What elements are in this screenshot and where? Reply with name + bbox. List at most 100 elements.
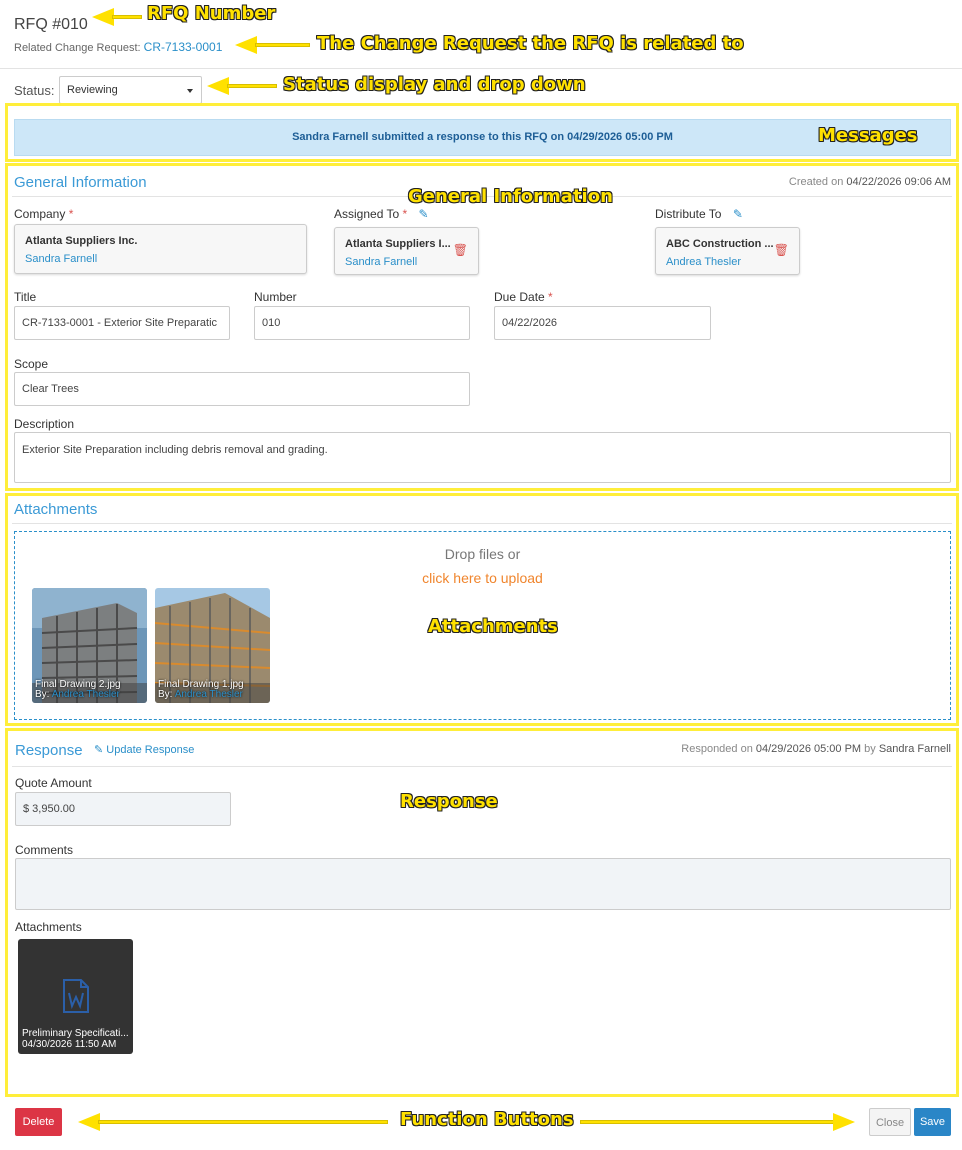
response-highlight	[5, 728, 959, 1097]
assigned-contact[interactable]: Sandra Farnell	[345, 256, 468, 268]
upload-link: click here to upload	[14, 570, 951, 586]
edit-pencil-icon[interactable]: ✎	[733, 207, 743, 221]
related-change-request: Related Change Request: CR-7133-0001	[14, 40, 222, 54]
distribute-label-text: Distribute To	[655, 207, 722, 221]
company-label: Company *	[14, 207, 73, 221]
comments-label: Comments	[15, 843, 74, 857]
attachment-thumbnail[interactable]: Final Drawing 2.jpg By: Andrea Thesler	[32, 588, 147, 703]
by-label: By:	[158, 689, 173, 700]
callout-arrowhead	[78, 1113, 100, 1131]
callout-arrow	[255, 43, 310, 47]
update-response-text: Update Response	[106, 744, 195, 756]
status-value: Reviewing	[67, 84, 118, 96]
title-label: Title	[14, 290, 37, 304]
assigned-label-text: Assigned To	[334, 207, 400, 221]
edit-pencil-icon: ✎	[94, 744, 104, 756]
save-button[interactable]: Save	[914, 1108, 951, 1136]
created-date: 04/22/2026 09:06 AM	[846, 176, 951, 188]
edit-pencil-icon[interactable]: ✎	[419, 207, 429, 221]
related-label: Related Change Request:	[14, 42, 141, 54]
divider	[0, 68, 962, 69]
responded-by: Sandra Farnell	[878, 743, 951, 755]
number-input[interactable]: 010	[254, 306, 470, 340]
word-document-icon	[63, 979, 89, 1013]
callout-general: General Information	[408, 186, 613, 207]
callout-arrowhead	[92, 8, 114, 26]
response-file-name: Preliminary Specificati...	[22, 1028, 129, 1039]
drop-files-text: Drop files or	[444, 546, 521, 562]
callout-response: Response	[400, 791, 498, 812]
close-button[interactable]: Close	[869, 1108, 911, 1136]
callout-arrowhead	[833, 1113, 855, 1131]
company-contact[interactable]: Sandra Farnell	[25, 253, 296, 265]
callout-arrowhead	[235, 36, 257, 54]
required-marker: *	[402, 207, 408, 221]
scope-input[interactable]: Clear Trees	[14, 372, 470, 406]
callout-change-request: The Change Request the RFQ is related to	[317, 33, 744, 54]
callout-arrow	[580, 1120, 835, 1124]
comments-textarea[interactable]	[15, 858, 951, 910]
due-label-text: Due Date	[494, 290, 545, 304]
responded-date: 04/29/2026 05:00 PM	[755, 743, 862, 755]
general-info-title: General Information	[14, 174, 147, 191]
callout-rfq-number: RFQ Number	[147, 3, 276, 24]
assigned-to-label: Assigned To * ✎	[334, 207, 429, 221]
distribute-to-label: Distribute To ✎	[655, 207, 743, 221]
callout-arrowhead	[207, 77, 229, 95]
responded-prefix: Responded on	[681, 743, 753, 755]
response-attachment[interactable]: Preliminary Specificati... 04/30/2026 11…	[18, 939, 133, 1054]
distribute-contact[interactable]: Andrea Thesler	[666, 256, 789, 268]
assigned-company: Atlanta Suppliers I...	[345, 238, 451, 250]
upload-link-text[interactable]: click here to upload	[422, 570, 543, 586]
delete-button[interactable]: Delete	[15, 1108, 62, 1136]
company-label-text: Company	[14, 207, 66, 221]
change-request-link[interactable]: CR-7133-0001	[144, 40, 223, 54]
callout-arrow	[112, 15, 142, 19]
created-prefix: Created on	[788, 176, 844, 188]
attachment-thumbnail[interactable]: Final Drawing 1.jpg By: Andrea Thesler	[155, 588, 270, 703]
required-marker: *	[548, 290, 553, 304]
trash-icon[interactable]: 🗑	[774, 243, 789, 257]
description-label: Description	[14, 417, 75, 431]
quote-amount-label: Quote Amount	[15, 776, 92, 790]
callout-arrow	[227, 84, 277, 88]
company-name: Atlanta Suppliers Inc.	[25, 235, 138, 247]
attachment-caption: Final Drawing 2.jpg By: Andrea Thesler	[35, 680, 121, 700]
uploader-link[interactable]: Andrea Thesler	[52, 689, 120, 700]
callout-function-buttons: Function Buttons	[400, 1109, 574, 1130]
by-label: By:	[35, 689, 50, 700]
divider	[12, 523, 952, 524]
callout-status: Status display and drop down	[283, 74, 586, 95]
due-date-label: Due Date *	[494, 290, 553, 304]
responded-on: Responded on 04/29/2026 05:00 PM by Sand…	[681, 743, 951, 755]
company-card[interactable]: Atlanta Suppliers Inc. Sandra Farnell	[14, 224, 307, 274]
quote-amount-input[interactable]: $ 3,950.00	[15, 792, 231, 826]
callout-arrow	[98, 1120, 388, 1124]
message-banner: Sandra Farnell submitted a response to t…	[14, 119, 951, 156]
response-attachment-caption: Preliminary Specificati... 04/30/2026 11…	[22, 1028, 129, 1050]
response-title: Response	[15, 742, 83, 759]
distribute-to-card[interactable]: ABC Construction ... Andrea Thesler 🗑	[655, 227, 800, 275]
due-date-input[interactable]: 04/22/2026	[494, 306, 711, 340]
trash-icon[interactable]: 🗑	[453, 243, 468, 257]
required-marker: *	[68, 207, 74, 221]
assigned-to-card[interactable]: Atlanta Suppliers I... Sandra Farnell 🗑	[334, 227, 479, 275]
divider	[12, 766, 952, 767]
number-label: Number	[254, 290, 297, 304]
attachments-title: Attachments	[14, 501, 98, 518]
title-input[interactable]: CR-7133-0001 - Exterior Site Preparatic	[14, 306, 230, 340]
by-word: by	[864, 743, 876, 755]
callout-attachments: Attachments	[428, 616, 558, 637]
status-label: Status:	[14, 83, 55, 98]
description-textarea[interactable]: Exterior Site Preparation including debr…	[14, 432, 951, 483]
attachment-caption: Final Drawing 1.jpg By: Andrea Thesler	[158, 680, 244, 700]
rfq-number: RFQ #010	[14, 16, 88, 33]
response-file-date: 04/30/2026 11:50 AM	[22, 1039, 117, 1050]
callout-messages: Messages	[818, 125, 918, 146]
uploader-link[interactable]: Andrea Thesler	[175, 689, 243, 700]
distribute-company: ABC Construction ...	[666, 238, 774, 250]
scope-label: Scope	[14, 357, 49, 371]
update-response-link[interactable]: ✎ Update Response	[94, 743, 194, 756]
caret-down-icon	[187, 89, 193, 93]
status-dropdown[interactable]: Reviewing	[59, 76, 202, 104]
